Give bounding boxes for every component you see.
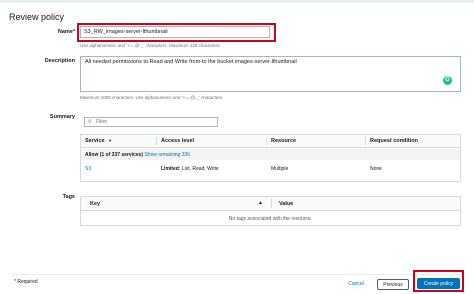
col-service[interactable]: Service ▼ <box>85 138 112 144</box>
description-textarea[interactable]: All needed permissions to Read and Write… <box>80 56 461 92</box>
top-divider <box>0 0 474 3</box>
search-icon: ⚲ <box>88 119 92 125</box>
tags-table: Key ▲ Value No tags associated with the … <box>80 196 461 226</box>
service-s3-link[interactable]: S3 <box>85 166 91 172</box>
sort-up-icon[interactable]: ▲ <box>258 200 263 206</box>
description-label: Description <box>44 58 75 64</box>
required-note: * Required <box>14 279 38 285</box>
previous-button[interactable]: Previous <box>377 279 409 290</box>
summary-table: Service ▼ Access level Resource Request … <box>80 134 461 182</box>
create-highlight-box <box>413 270 464 292</box>
grammarly-icon[interactable]: G <box>443 76 452 85</box>
name-highlight-box <box>77 23 276 42</box>
cancel-button[interactable]: Cancel <box>344 279 368 290</box>
allow-count: Allow (1 of 337 services) Show remaining… <box>85 152 191 158</box>
show-remaining-link[interactable]: Show remaining 336 <box>144 152 190 158</box>
access-level-value: Limited: List, Read, Write <box>161 166 219 172</box>
summary-filter[interactable]: ⚲ <box>84 117 218 127</box>
col-request-condition: Request condition <box>370 138 418 144</box>
tags-label: Tags <box>62 194 75 200</box>
name-label: Name* <box>57 29 75 35</box>
sort-down-icon: ▼ <box>108 138 113 143</box>
col-key: Key <box>90 201 101 207</box>
page-title: Review policy <box>9 12 65 22</box>
summary-label: Summary <box>49 114 75 120</box>
description-hint: Maximum 1000 characters. Use alphanumeri… <box>80 95 224 100</box>
resource-value: Multiple <box>271 166 289 172</box>
col-value: Value <box>279 201 294 207</box>
name-hint: Use alphanumeric and '+=,.@-_' character… <box>80 43 221 48</box>
footer-divider <box>12 274 464 275</box>
condition-value: None <box>370 166 382 172</box>
filter-input[interactable] <box>96 118 214 126</box>
col-resource: Resource <box>271 138 297 144</box>
tags-empty-message: No tags associated with the resource. <box>228 216 313 222</box>
col-access-level: Access level <box>161 138 195 144</box>
